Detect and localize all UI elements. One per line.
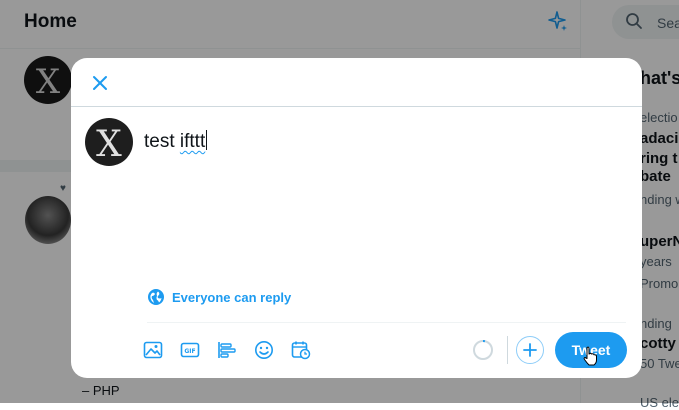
add-tweet-button[interactable] [516,336,544,364]
tweet-text: test [144,131,180,152]
media-button[interactable] [141,338,165,362]
pointer-hand-icon [583,346,597,366]
compose-dialog: X test ifttt Everyone can reply GIF Twee… [71,58,642,378]
globe-icon [148,289,164,305]
tweet-textarea[interactable]: test ifttt [144,130,208,153]
svg-text:X: X [96,124,122,165]
toolbar-separator [507,336,508,364]
dialog-header-divider [71,106,642,107]
avatar: X [85,118,133,166]
reply-setting-label: Everyone can reply [172,289,292,305]
emoji-button[interactable] [252,338,276,362]
add-icon [523,343,537,357]
character-count-ring [473,340,493,360]
close-icon [93,76,107,90]
svg-text:GIF: GIF [184,348,195,355]
gif-icon: GIF [180,342,200,358]
emoji-icon [255,341,273,359]
poll-icon [218,342,236,358]
schedule-icon [291,341,311,360]
text-caret [206,130,208,150]
image-icon [143,341,163,359]
reply-setting-button[interactable]: Everyone can reply [147,288,291,306]
schedule-button[interactable] [289,338,313,362]
toolbar-divider [147,322,626,323]
close-button[interactable] [87,70,113,96]
tweet-text-misspelled: ifttt [179,131,206,152]
gif-button[interactable]: GIF [178,338,202,362]
poll-button[interactable] [215,338,239,362]
